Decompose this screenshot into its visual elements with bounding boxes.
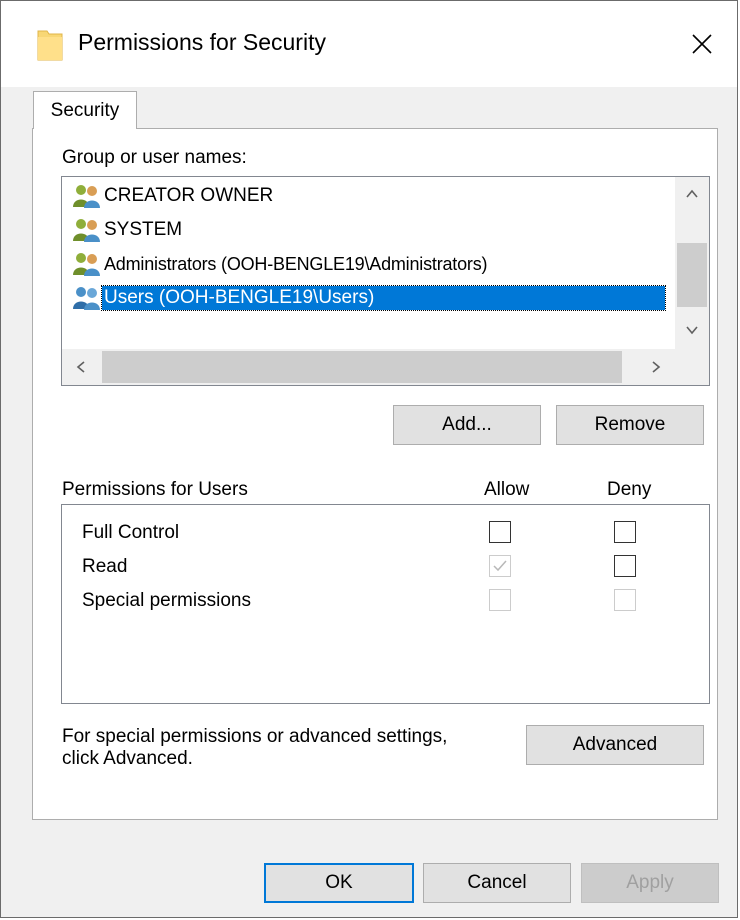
- list-item[interactable]: CREATOR OWNER: [72, 179, 275, 213]
- permissions-list: Full Control Read Special permissions: [61, 504, 710, 704]
- close-icon: [692, 34, 712, 54]
- users-icon: [73, 287, 100, 310]
- permissions-for-label: Permissions for Users: [62, 479, 248, 500]
- add-button-label: Add...: [442, 414, 492, 435]
- user-name: CREATOR OWNER: [104, 185, 274, 206]
- list-item-selected[interactable]: Users (OOH-BENGLE19\Users): [72, 281, 666, 315]
- deny-checkbox-special[interactable]: [614, 589, 636, 611]
- security-panel: Group or user names: CREATOR OWNER SYSTE…: [32, 128, 718, 820]
- tab-security[interactable]: Security: [33, 91, 137, 129]
- permissions-dialog: Permissions for Security Security Group …: [0, 0, 738, 918]
- allow-checkbox-special[interactable]: [489, 589, 511, 611]
- scroll-down-button[interactable]: [675, 313, 709, 347]
- perm-name: Special permissions: [82, 590, 251, 611]
- vertical-scroll-thumb[interactable]: [677, 243, 707, 307]
- user-name: Users (OOH-BENGLE19\Users): [101, 285, 666, 311]
- title-bar: Permissions for Security: [1, 1, 737, 87]
- user-listbox[interactable]: CREATOR OWNER SYSTEM Administrators (OOH…: [61, 176, 710, 386]
- advanced-button-label: Advanced: [572, 734, 658, 755]
- chevron-right-icon: [652, 361, 661, 373]
- remove-button-label: Remove: [594, 414, 666, 435]
- chevron-left-icon: [76, 361, 85, 373]
- add-button[interactable]: Add...: [393, 405, 541, 445]
- perm-row-read: Read: [82, 552, 127, 582]
- ok-button-label: OK: [325, 872, 353, 893]
- deny-checkbox-full-control[interactable]: [614, 521, 636, 543]
- checkmark-icon: [493, 560, 507, 572]
- group-or-user-names-label: Group or user names:: [62, 147, 247, 168]
- ok-button[interactable]: OK: [264, 863, 414, 903]
- chevron-down-icon: [686, 326, 698, 335]
- list-item[interactable]: SYSTEM: [72, 213, 184, 247]
- apply-button[interactable]: Apply: [581, 863, 719, 903]
- users-icon: [73, 219, 100, 242]
- cancel-button[interactable]: Cancel: [423, 863, 571, 903]
- scroll-right-button[interactable]: [639, 350, 673, 384]
- perm-name: Full Control: [82, 522, 180, 543]
- apply-button-label: Apply: [626, 872, 674, 893]
- allow-column-header: Allow: [484, 479, 530, 500]
- chevron-up-icon: [686, 189, 698, 198]
- advanced-hint-line1: For special permissions or advanced sett…: [62, 726, 448, 747]
- remove-button[interactable]: Remove: [556, 405, 704, 445]
- vertical-scrollbar[interactable]: [675, 177, 709, 349]
- horizontal-scrollbar[interactable]: [62, 349, 675, 385]
- user-name: SYSTEM: [104, 219, 183, 240]
- folder-icon: [37, 30, 63, 61]
- scroll-left-button[interactable]: [64, 350, 98, 384]
- users-icon: [73, 253, 100, 276]
- allow-checkbox-full-control[interactable]: [489, 521, 511, 543]
- users-icon: [73, 185, 100, 208]
- perm-row-full-control: Full Control: [82, 518, 179, 548]
- advanced-button[interactable]: Advanced: [526, 725, 704, 765]
- list-item[interactable]: Administrators (OOH-BENGLE19\Administrat…: [72, 247, 489, 281]
- deny-column-header: Deny: [607, 479, 652, 500]
- perm-row-special-permissions: Special permissions: [82, 586, 251, 616]
- perm-name: Read: [82, 556, 128, 577]
- advanced-hint-line2: click Advanced.: [62, 748, 193, 769]
- scroll-corner: [675, 349, 709, 385]
- advanced-hint-text: For special permissions or advanced sett…: [62, 726, 447, 770]
- user-name: Administrators (OOH-BENGLE19\Administrat…: [104, 253, 488, 274]
- close-button[interactable]: [667, 1, 737, 87]
- allow-checkbox-read[interactable]: [489, 555, 511, 577]
- horizontal-scroll-thumb[interactable]: [102, 351, 622, 383]
- cancel-button-label: Cancel: [467, 872, 527, 893]
- window-title: Permissions for Security: [78, 29, 326, 55]
- scroll-up-button[interactable]: [675, 177, 709, 211]
- deny-checkbox-read[interactable]: [614, 555, 636, 577]
